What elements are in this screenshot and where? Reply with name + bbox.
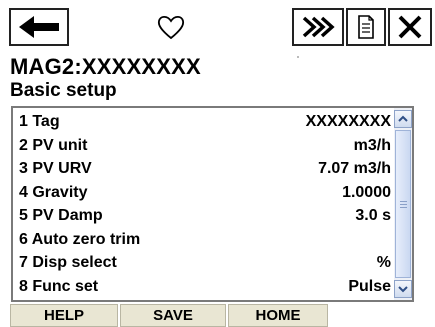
menu-item-value: 7.07 m3/h	[318, 160, 391, 177]
menu-item-tag[interactable]: 1 Tag XXXXXXXX	[19, 110, 391, 134]
menu-item-label: 2 PV unit	[19, 136, 88, 154]
device-title: MAG2:XXXXXXXX	[10, 54, 201, 79]
menu-item-label: 4 Gravity	[19, 183, 88, 201]
menu-item-pv-urv[interactable]: 3 PV URV 7.07 m3/h	[19, 157, 391, 181]
menu-item-label: 8 Func set	[19, 277, 99, 295]
bottom-button-bar: HELP SAVE HOME	[0, 302, 435, 327]
left-arrow-icon	[19, 16, 59, 38]
menu-item-value: m3/h	[353, 136, 391, 154]
scroll-thumb[interactable]	[395, 130, 411, 278]
forward-button[interactable]	[292, 8, 344, 46]
scroll-up-button[interactable]	[394, 110, 412, 128]
menu-item-value: XXXXXXXX	[305, 113, 391, 130]
close-button[interactable]	[388, 8, 432, 46]
close-x-icon	[398, 15, 422, 39]
top-toolbar	[0, 0, 435, 52]
menu-item-label: 3 PV URV	[19, 160, 92, 177]
home-button[interactable]: HOME	[228, 304, 328, 327]
menu-item-value: %	[376, 254, 391, 271]
save-button[interactable]: SAVE	[120, 304, 226, 327]
menu-item-label: 7 Disp select	[19, 254, 117, 271]
document-icon	[358, 15, 374, 39]
menu-item-label: 6 Auto zero trim	[19, 230, 141, 248]
help-button[interactable]: HELP	[10, 304, 118, 327]
menu-item-disp-select[interactable]: 7 Disp select %	[19, 251, 391, 275]
menu-item-gravity[interactable]: 4 Gravity 1.0000	[19, 181, 391, 205]
menu-list-panel: 1 Tag XXXXXXXX 2 PV unit m3/h 3 PV URV 7…	[11, 106, 414, 302]
menu-item-label: 5 PV Damp	[19, 207, 103, 224]
menu-item-value: 1.0000	[342, 183, 391, 201]
favorite-button[interactable]	[153, 10, 189, 44]
document-button[interactable]	[346, 8, 386, 46]
menu-item-auto-zero-trim[interactable]: 6 Auto zero trim	[19, 228, 391, 252]
menu-item-value: Pulse	[348, 277, 391, 295]
menu-item-pv-damp[interactable]: 5 PV Damp 3.0 s	[19, 204, 391, 228]
chevron-down-icon	[398, 286, 408, 293]
menu-item-pv-unit[interactable]: 2 PV unit m3/h	[19, 134, 391, 158]
page-title: Basic setup	[10, 80, 117, 101]
back-button[interactable]	[9, 8, 69, 46]
grip-icon	[399, 200, 407, 208]
vertical-scrollbar[interactable]	[394, 108, 412, 300]
screen-speck	[297, 56, 299, 58]
menu-item-label: 1 Tag	[19, 113, 60, 130]
chevron-up-icon	[398, 115, 408, 122]
double-chevron-right-icon	[302, 16, 335, 38]
menu-item-value: 3.0 s	[355, 207, 391, 224]
menu-list: 1 Tag XXXXXXXX 2 PV unit m3/h 3 PV URV 7…	[19, 110, 391, 298]
menu-item-func-set[interactable]: 8 Func set Pulse	[19, 275, 391, 299]
scroll-down-button[interactable]	[394, 280, 412, 298]
heart-outline-icon	[157, 15, 185, 40]
